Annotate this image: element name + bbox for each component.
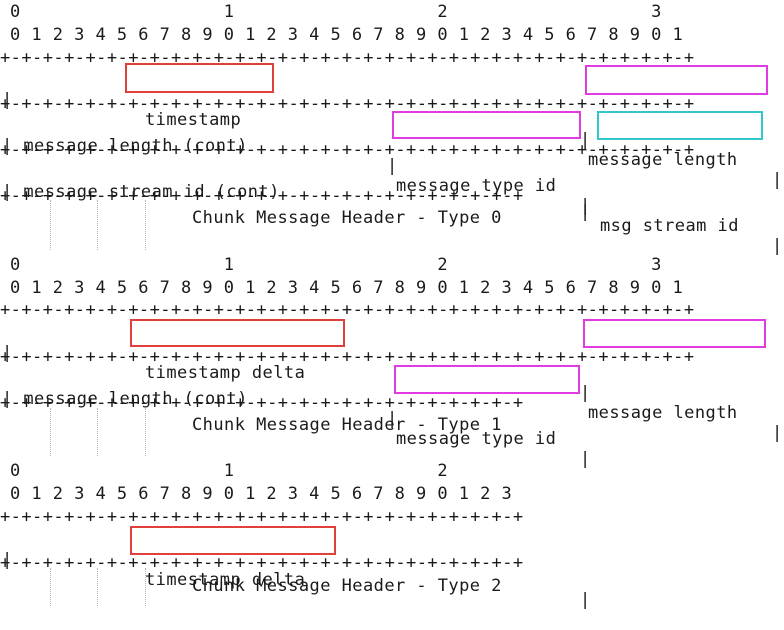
- type2-border-top: +-+-+-+-+-+-+-+-+-+-+-+-+-+-+-+-+-+-+-+-…: [0, 507, 524, 527]
- guide-line: [145, 568, 146, 606]
- type0-timestamp-box: [125, 63, 274, 93]
- type0-caption: Chunk Message Header - Type 0: [192, 208, 502, 228]
- type2-timestamp-delta-box: [130, 526, 336, 555]
- guide-line: [145, 408, 146, 456]
- type2-bit-units: 0 1 2 3 4 5 6 7 8 9 0 1 2 3 4 5 6 7 8 9 …: [10, 484, 513, 504]
- type1-message-length-box: [583, 319, 766, 348]
- type0-message-length-box: [585, 65, 768, 95]
- guide-line: [50, 568, 51, 606]
- guide-line: [50, 200, 51, 250]
- type0-bit-tens: 0 1 2 3: [10, 2, 662, 22]
- type0-message-type-id-box: [392, 111, 581, 139]
- type1-message-type-id-box: [394, 365, 580, 394]
- type0-border-3: +-+-+-+-+-+-+-+-+-+-+-+-+-+-+-+-+-+-+-+-…: [0, 140, 695, 160]
- type2-border-bottom: +-+-+-+-+-+-+-+-+-+-+-+-+-+-+-+-+-+-+-+-…: [0, 553, 524, 573]
- guide-line: [97, 200, 98, 250]
- guide-line: [97, 568, 98, 606]
- type0-bit-units: 0 1 2 3 4 5 6 7 8 9 0 1 2 3 4 5 6 7 8 9 …: [10, 25, 684, 45]
- type1-border-top: +-+-+-+-+-+-+-+-+-+-+-+-+-+-+-+-+-+-+-+-…: [0, 300, 695, 320]
- guide-line: [97, 408, 98, 456]
- type0-border-bottom: +-+-+-+-+-+-+-+-+-+-+-+-+-+-+-+-+-+-+-+-…: [0, 186, 524, 206]
- type1-bit-tens: 0 1 2 3: [10, 255, 662, 275]
- type0-border-2: +-+-+-+-+-+-+-+-+-+-+-+-+-+-+-+-+-+-+-+-…: [0, 94, 695, 114]
- type1-border-bottom: +-+-+-+-+-+-+-+-+-+-+-+-+-+-+-+-+-+-+-+-…: [0, 393, 524, 413]
- type2-bit-tens: 0 1 2: [10, 461, 449, 481]
- type1-bit-units: 0 1 2 3 4 5 6 7 8 9 0 1 2 3 4 5 6 7 8 9 …: [10, 278, 684, 298]
- type1-timestamp-delta-box: [130, 319, 345, 347]
- guide-line: [50, 408, 51, 456]
- chunk-message-header-diagrams: 0 1 2 3 0 1 2 3 4 5 6 7 8 9 0 1 2 3 4 5 …: [0, 0, 784, 610]
- type1-border-2: +-+-+-+-+-+-+-+-+-+-+-+-+-+-+-+-+-+-+-+-…: [0, 347, 695, 367]
- type1-caption: Chunk Message Header - Type 1: [192, 415, 502, 435]
- type0-msg-stream-id-box: [597, 111, 763, 140]
- guide-line: [145, 200, 146, 250]
- type2-caption: Chunk Message Header - Type 2: [192, 576, 502, 596]
